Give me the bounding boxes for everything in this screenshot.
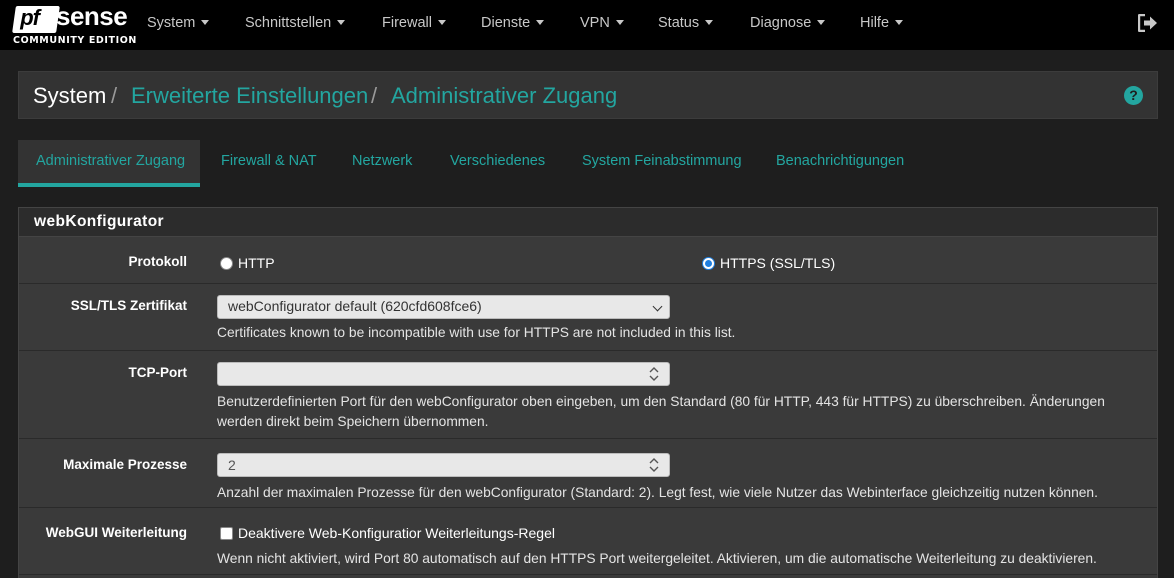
tcp-port-label: TCP-Port xyxy=(128,365,188,380)
nav-menu-dienste[interactable]: Dienste xyxy=(481,15,545,31)
breadcrumb-link-erweiterte-einstellungen[interactable]: Erweiterte Einstellungen xyxy=(131,83,368,109)
caret-down-icon xyxy=(437,20,446,25)
caret-down-icon xyxy=(895,20,904,25)
tab-benachrichtigungen[interactable]: Benachrichtigungen xyxy=(776,140,904,187)
caret-down-icon xyxy=(201,20,210,25)
breadcrumb-link-administrativer-zugang[interactable]: Administrativer Zugang xyxy=(391,83,617,109)
tcp-port-row: TCP-Port Benutzerdefinierten Port für de… xyxy=(19,352,1157,439)
spinner-arrows-icon[interactable] xyxy=(649,457,659,473)
logo-edition: COMMUNITY EDITION xyxy=(13,35,137,46)
webgui-redirect-label: WebGUI Weiterleitung xyxy=(45,525,187,540)
protocol-https-label[interactable]: HTTPS (SSL/TLS) xyxy=(720,255,835,271)
protocol-row: Protokoll HTTP HTTPS (SSL/TLS) xyxy=(19,238,1157,284)
certificate-select[interactable]: webConfigurator default (620cfd608fce6) xyxy=(217,295,670,319)
breadcrumb-separator: / xyxy=(371,83,378,108)
panel-heading: webKonfigurator xyxy=(19,208,1157,237)
webgui-redirect-checkbox-label[interactable]: Deaktivere Web-Konfiguratior Weiterleitu… xyxy=(238,525,555,541)
pfsense-logo[interactable]: pf sense COMMUNITY EDITION xyxy=(12,1,136,46)
tcp-port-input[interactable] xyxy=(217,362,670,386)
tab-verschiedenes[interactable]: Verschiedenes xyxy=(450,140,545,187)
max-processes-label: Maximale Prozesse xyxy=(63,457,187,472)
caret-down-icon xyxy=(615,20,624,25)
webgui-redirect-help: Wenn nicht aktiviert, wird Port 80 autom… xyxy=(217,551,1097,566)
caret-down-icon xyxy=(817,20,826,25)
spinner-arrows-icon[interactable] xyxy=(649,366,659,382)
nav-menu-hilfe[interactable]: Hilfe xyxy=(860,15,904,31)
top-navbar: pf sense COMMUNITY EDITION System Schnit… xyxy=(0,0,1174,50)
nav-menu-status[interactable]: Status xyxy=(658,15,714,31)
breadcrumb: System / Erweiterte Einstellungen / Admi… xyxy=(18,71,1158,119)
panel-title: webKonfigurator xyxy=(34,213,164,230)
webkonfigurator-panel: webKonfigurator Protokoll HTTP HTTPS (SS… xyxy=(18,207,1158,578)
nav-menu-firewall[interactable]: Firewall xyxy=(382,15,446,31)
breadcrumb-separator: / xyxy=(111,83,118,108)
caret-down-icon xyxy=(536,20,545,25)
max-processes-help: Anzahl der maximalen Prozesse für den we… xyxy=(217,485,1098,500)
certificate-label: SSL/TLS Zertifikat xyxy=(70,298,187,313)
tab-system-feinabstimmung[interactable]: System Feinabstimmung xyxy=(582,140,742,187)
protocol-label: Protokoll xyxy=(128,254,187,269)
protocol-http-label[interactable]: HTTP xyxy=(238,255,275,271)
tab-firewall-nat[interactable]: Firewall & NAT xyxy=(221,140,317,187)
nav-menu-system[interactable]: System xyxy=(147,15,210,31)
tab-administrativer-zugang[interactable]: Administrativer Zugang xyxy=(18,140,200,187)
webgui-redirect-checkbox[interactable] xyxy=(220,527,233,540)
logo-mark: pf xyxy=(12,5,60,33)
chevron-down-icon xyxy=(652,301,663,312)
nav-menu-vpn[interactable]: VPN xyxy=(580,15,624,31)
caret-down-icon xyxy=(705,20,714,25)
nav-menu-diagnose[interactable]: Diagnose xyxy=(750,15,826,31)
nav-menu-schnittstellen[interactable]: Schnittstellen xyxy=(245,15,346,31)
protocol-http-radio[interactable] xyxy=(220,257,233,270)
webgui-redirect-row: WebGUI Weiterleitung Deaktivere Web-Konf… xyxy=(19,509,1157,575)
help-icon[interactable]: ? xyxy=(1124,86,1143,105)
logout-icon[interactable] xyxy=(1138,14,1158,32)
breadcrumb-root: System xyxy=(33,83,107,108)
protocol-https-radio[interactable] xyxy=(702,257,715,270)
tcp-port-help: Benutzerdefinierten Port für den webConf… xyxy=(217,394,1105,429)
caret-down-icon xyxy=(337,20,346,25)
certificate-help: Certificates known to be incompatible wi… xyxy=(217,325,736,340)
tab-bar: Administrativer Zugang Firewall & NAT Ne… xyxy=(18,140,1158,187)
max-processes-row: Maximale Prozesse 2 Anzahl der maximalen… xyxy=(19,440,1157,508)
max-processes-input[interactable]: 2 xyxy=(217,453,670,477)
logo-word: sense xyxy=(56,1,128,31)
certificate-row: SSL/TLS Zertifikat webConfigurator defau… xyxy=(19,285,1157,351)
tab-netzwerk[interactable]: Netzwerk xyxy=(352,140,412,187)
